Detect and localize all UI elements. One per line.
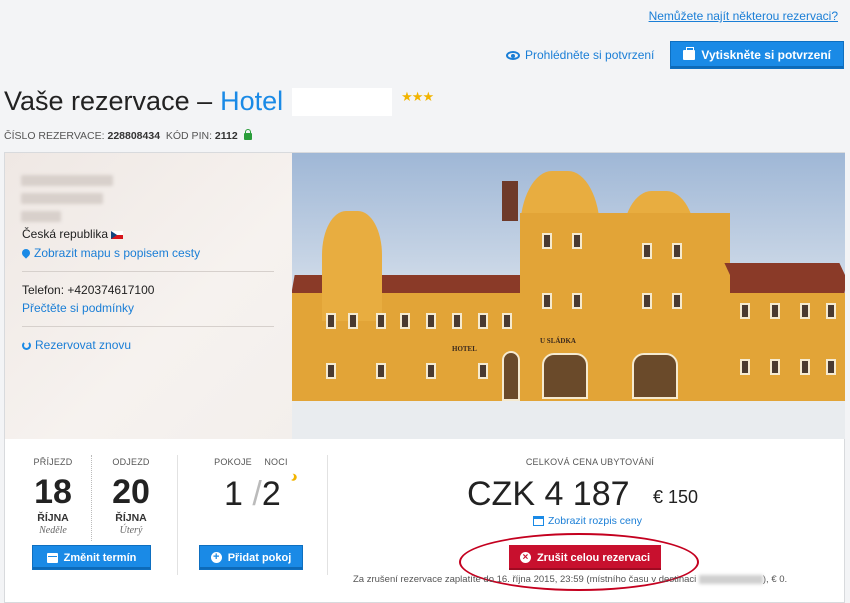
map-pin-icon xyxy=(20,247,32,259)
print-confirmation-label: Vytiskněte si potvrzení xyxy=(701,48,831,62)
nights-label: NOCI xyxy=(264,457,288,467)
cancel-reservation-button[interactable]: × Zrušit celou rezervaci xyxy=(509,545,661,570)
booking-number-label: ČÍSLO REZERVACE: xyxy=(4,130,105,142)
arrival-weekday: Neděle xyxy=(39,525,67,536)
photo-sign-name: U SLÁDKA xyxy=(540,337,576,345)
czech-flag-icon xyxy=(111,231,124,239)
missing-booking-link[interactable]: Nemůžete najít některou rezervaci? xyxy=(649,9,838,23)
view-confirmation-link[interactable]: Prohlédněte si potvrzení xyxy=(505,48,655,62)
booking-codes: ČÍSLO REZERVACE: 228808434 KÓD PIN: 2112 xyxy=(4,129,252,142)
refresh-icon xyxy=(22,340,31,350)
cancel-reservation-label: Zrušit celou rezervaci xyxy=(536,551,651,564)
add-room-button[interactable]: + Přidat pokoj xyxy=(199,545,303,570)
rooms-nights-count: 1 /2 xyxy=(224,475,281,514)
booking-card: Česká republika Zobrazit mapu s popisem … xyxy=(4,152,845,603)
arrival-month: ŘÍJNA xyxy=(37,512,69,524)
lock-icon xyxy=(243,129,252,140)
rooms-nights-separator: / xyxy=(252,475,262,513)
hotel-phone: Telefon: +420374617100 xyxy=(22,283,155,297)
rebook-label: Rezervovat znovu xyxy=(35,338,132,352)
cancellation-note-suffix: ), € 0. xyxy=(762,574,788,585)
print-confirmation-button[interactable]: Vytiskněte si potvrzení xyxy=(670,41,844,69)
cancellation-note: Za zrušení rezervace zaplatíte do 16. ří… xyxy=(353,574,787,585)
map-link-label: Zobrazit mapu s popisem cesty xyxy=(34,246,201,260)
divider xyxy=(22,271,274,272)
rooms-label: POKOJE xyxy=(214,457,252,467)
divider xyxy=(177,455,178,575)
plus-circle-icon: + xyxy=(210,552,222,563)
departure-label: ODJEZD xyxy=(112,457,150,467)
divider xyxy=(91,455,92,541)
destination-redacted xyxy=(698,574,763,584)
price-breakdown-icon xyxy=(533,516,544,526)
photo-sign-hotel: HOTEL xyxy=(452,345,477,353)
hotel-name-link[interactable]: Hotel xyxy=(220,86,283,117)
divider xyxy=(22,326,274,327)
header-actions: Prohlédněte si potvrzení Vytiskněte si p… xyxy=(505,41,844,69)
divider xyxy=(327,455,328,575)
departure-month: ŘÍJNA xyxy=(115,512,147,524)
hotel-photo: HOTEL U SLÁDKA xyxy=(292,153,845,439)
country-label: Česká republika xyxy=(22,227,109,241)
booking-summary: PŘÍJEZD 18 ŘÍJNA Neděle ODJEZD 20 ŘÍJNA … xyxy=(5,439,845,603)
pin-label: KÓD PIN: xyxy=(165,130,212,142)
arrival-day: 18 xyxy=(34,473,72,511)
rooms-value: 1 xyxy=(224,475,243,513)
moon-icon xyxy=(286,472,296,482)
conditions-link[interactable]: Přečtěte si podmínky xyxy=(22,301,134,315)
cancellation-note-prefix: Za zrušení rezervace zaplatíte do 16. ří… xyxy=(353,574,697,585)
hotel-name-redacted xyxy=(292,87,393,116)
total-price-label: CELKOVÁ CENA UBYTOVÁNÍ xyxy=(525,457,655,467)
star-rating: ★★★ xyxy=(401,88,434,104)
view-confirmation-label: Prohlédněte si potvrzení xyxy=(524,48,655,62)
calendar-icon xyxy=(46,552,58,563)
page-title: Vaše rezervace – Hotel ★★★ xyxy=(4,86,434,117)
eye-icon xyxy=(505,50,520,60)
price-czk: CZK 4 187 xyxy=(467,475,630,513)
pin-code: 2112 xyxy=(214,130,238,142)
close-circle-icon: × xyxy=(519,552,531,563)
change-dates-label: Změnit termín xyxy=(63,551,137,564)
hotel-country: Česká republika xyxy=(22,227,124,241)
price-eur: € 150 xyxy=(653,487,699,507)
address-line-redacted xyxy=(21,193,103,204)
arrival-label: PŘÍJEZD xyxy=(33,457,73,467)
add-room-label: Přidat pokoj xyxy=(227,551,292,564)
map-directions-link[interactable]: Zobrazit mapu s popisem cesty xyxy=(20,246,201,260)
printer-icon xyxy=(683,47,696,60)
title-prefix: Vaše rezervace – xyxy=(4,86,213,116)
hotel-info-panel: Česká republika Zobrazit mapu s popisem … xyxy=(5,153,292,439)
departure-day: 20 xyxy=(112,473,150,511)
address-line-redacted xyxy=(21,211,61,222)
change-dates-button[interactable]: Změnit termín xyxy=(32,545,151,570)
departure-weekday: Úterý xyxy=(119,525,143,536)
rebook-link[interactable]: Rezervovat znovu xyxy=(22,338,131,352)
address-line-redacted xyxy=(21,175,113,186)
price-breakdown-label: Zobrazit rozpis ceny xyxy=(548,515,642,527)
booking-number: 228808434 xyxy=(107,130,161,142)
price-breakdown-link[interactable]: Zobrazit rozpis ceny xyxy=(533,515,642,527)
nights-value: 2 xyxy=(261,475,281,513)
